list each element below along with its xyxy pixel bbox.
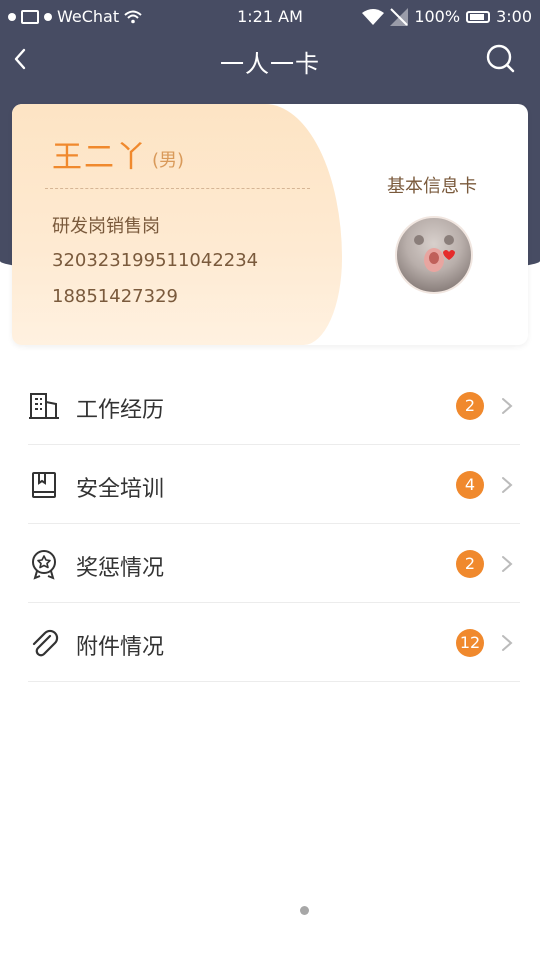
book-icon [32,472,56,498]
battery-percent: 100% [414,7,461,26]
person-id-number: 320323199511042234 [52,250,259,271]
chevron-right-icon [502,398,513,414]
card-type-label: 基本信息卡 [387,176,477,197]
status-bar: WeChat 1:21 AM 100% 3:00 [0,0,540,36]
person-position: 研发岗销售岗 [52,216,160,237]
list-item-label: 奖惩情况 [76,556,165,581]
paperclip-icon [32,629,59,657]
status-right: 100% 3:00 [362,7,532,26]
chevron-right-icon [502,477,513,493]
record-list: 工作经历 2 安全培训 4 奖惩情况 2 附件情况 12 [28,366,520,682]
person-phone: 18851427329 [52,286,178,307]
wifi-icon [362,8,385,25]
page-indicator-dot [300,906,309,915]
chevron-right-icon [502,556,513,572]
count-badge: 2 [456,392,484,420]
count-badge: 2 [456,550,484,578]
list-item-label: 安全培训 [76,477,165,502]
building-icon [29,393,59,419]
basic-info-card[interactable]: 王二丫 (男) 研发岗销售岗 320323199511042234 188514… [12,104,528,345]
status-clock-right: 3:00 [496,7,532,26]
chevron-right-icon [502,635,513,651]
list-item-label: 附件情况 [76,635,165,660]
person-name: 王二丫 [52,140,148,175]
list-item-label: 工作经历 [76,398,165,423]
award-badge-icon [32,550,56,580]
count-badge: 12 [456,629,484,657]
page-title: 一人一卡 [220,50,320,78]
avatar [395,216,473,294]
list-item-work-history[interactable]: 工作经历 2 [28,366,520,445]
battery-icon [466,10,491,23]
list-item-rewards-penalties[interactable]: 奖惩情况 2 [28,524,520,603]
count-badge: 4 [456,471,484,499]
list-item-safety-training[interactable]: 安全培训 4 [28,445,520,524]
cellular-icon [390,7,409,26]
list-item-attachments[interactable]: 附件情况 12 [28,603,520,682]
search-icon[interactable] [484,42,518,76]
card-divider [45,188,310,189]
avatar-photo [414,235,455,272]
person-gender: (男) [152,150,185,171]
nav-bar: 一人一卡 [0,36,540,82]
